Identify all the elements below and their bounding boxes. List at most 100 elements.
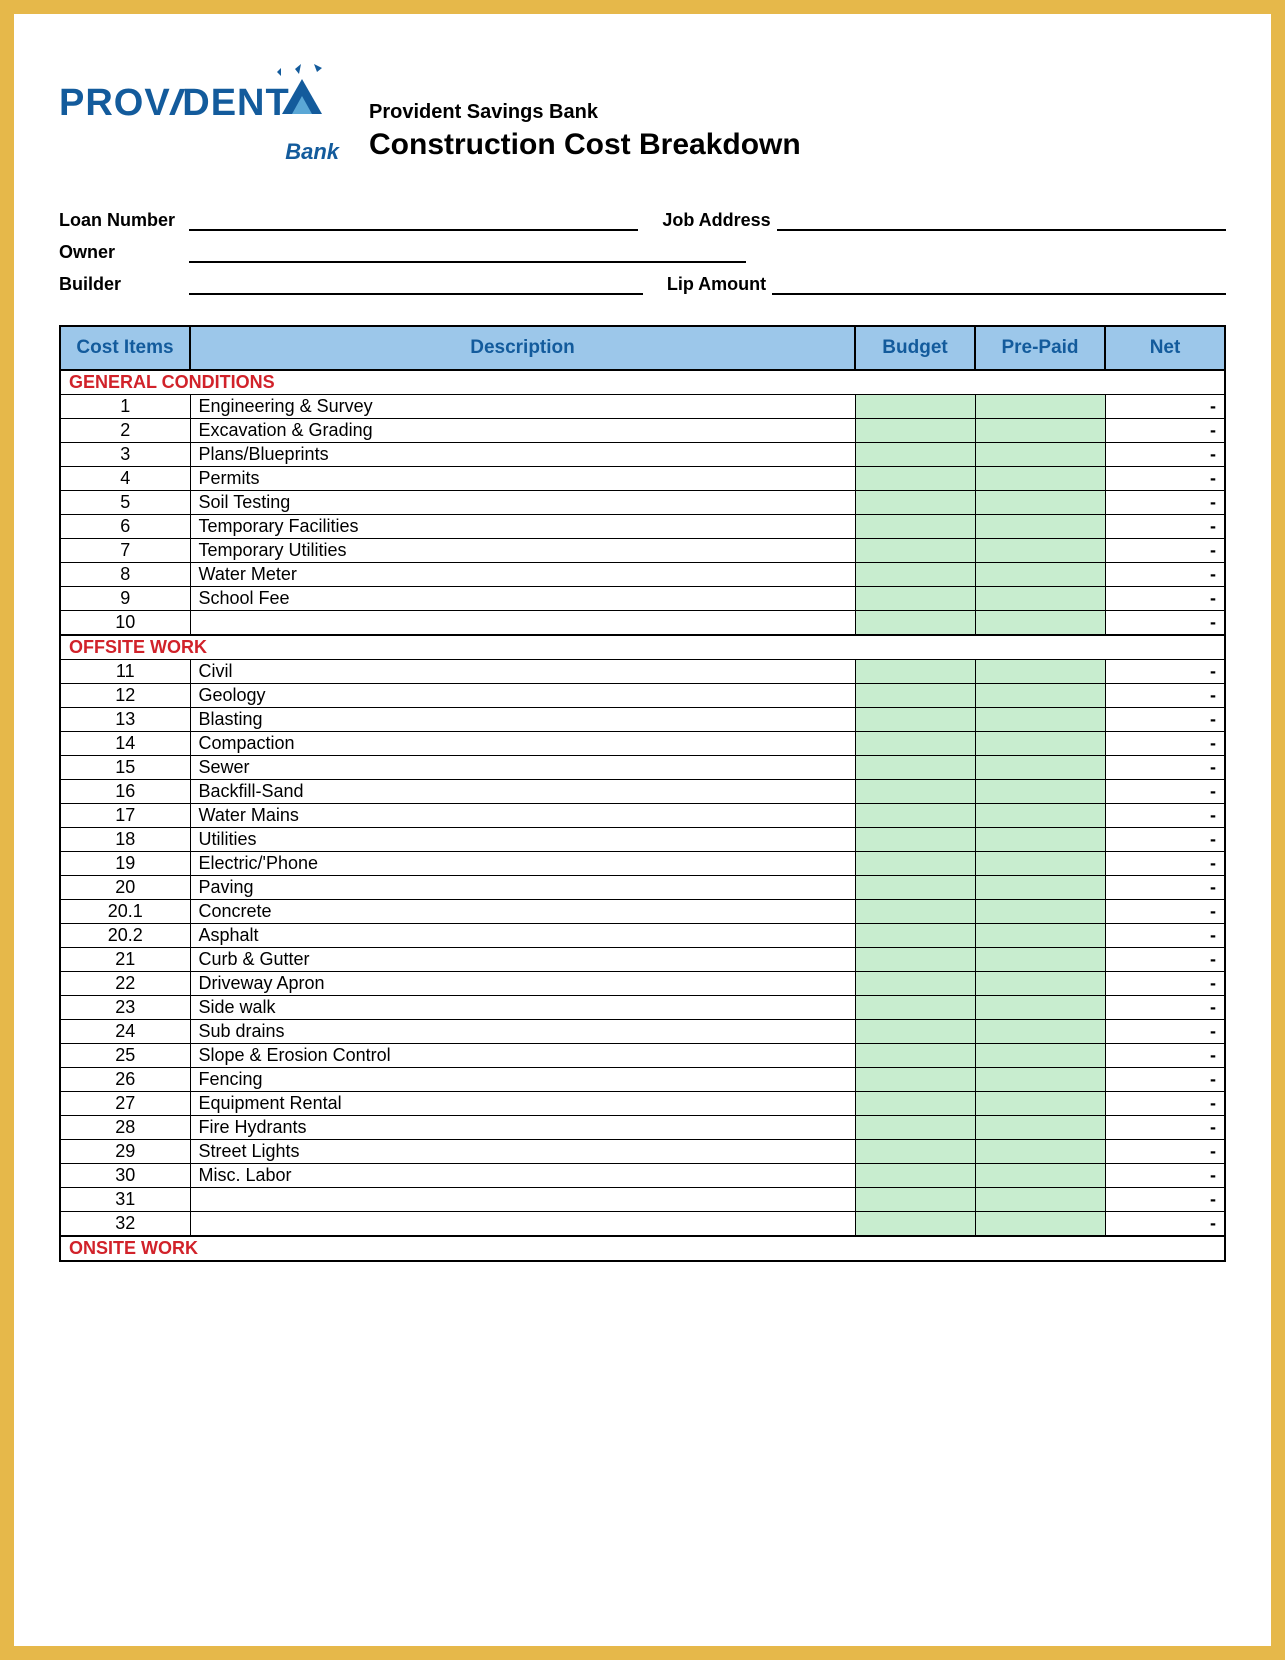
row-prepaid[interactable] — [975, 972, 1105, 996]
row-budget[interactable] — [855, 491, 975, 515]
row-number: 14 — [60, 732, 190, 756]
logo-text: PROVIDENT — [59, 84, 290, 122]
row-budget[interactable] — [855, 395, 975, 419]
row-number: 28 — [60, 1116, 190, 1140]
row-budget[interactable] — [855, 660, 975, 684]
row-number: 30 — [60, 1164, 190, 1188]
row-budget[interactable] — [855, 948, 975, 972]
row-number: 4 — [60, 467, 190, 491]
row-description: Asphalt — [190, 924, 855, 948]
table-row: 12Geology- — [60, 684, 1225, 708]
row-budget[interactable] — [855, 1212, 975, 1237]
row-budget[interactable] — [855, 996, 975, 1020]
row-number: 17 — [60, 804, 190, 828]
row-prepaid[interactable] — [975, 924, 1105, 948]
row-prepaid[interactable] — [975, 1212, 1105, 1237]
row-prepaid[interactable] — [975, 684, 1105, 708]
row-budget[interactable] — [855, 443, 975, 467]
row-budget[interactable] — [855, 419, 975, 443]
row-prepaid[interactable] — [975, 1020, 1105, 1044]
row-prepaid[interactable] — [975, 563, 1105, 587]
row-prepaid[interactable] — [975, 611, 1105, 636]
table-row: 32- — [60, 1212, 1225, 1237]
row-prepaid[interactable] — [975, 443, 1105, 467]
loan-number-input[interactable] — [189, 209, 638, 231]
row-prepaid[interactable] — [975, 1092, 1105, 1116]
row-prepaid[interactable] — [975, 804, 1105, 828]
row-budget[interactable] — [855, 1140, 975, 1164]
row-prepaid[interactable] — [975, 1044, 1105, 1068]
row-net: - — [1105, 611, 1225, 636]
row-prepaid[interactable] — [975, 491, 1105, 515]
row-prepaid[interactable] — [975, 1188, 1105, 1212]
header-titles: Provident Savings Bank Construction Cost… — [369, 101, 1226, 162]
row-prepaid[interactable] — [975, 948, 1105, 972]
row-budget[interactable] — [855, 467, 975, 491]
row-prepaid[interactable] — [975, 756, 1105, 780]
row-number: 29 — [60, 1140, 190, 1164]
row-number: 16 — [60, 780, 190, 804]
row-prepaid[interactable] — [975, 1068, 1105, 1092]
row-budget[interactable] — [855, 804, 975, 828]
row-prepaid[interactable] — [975, 828, 1105, 852]
row-number: 21 — [60, 948, 190, 972]
row-prepaid[interactable] — [975, 708, 1105, 732]
row-budget[interactable] — [855, 563, 975, 587]
row-prepaid[interactable] — [975, 900, 1105, 924]
row-prepaid[interactable] — [975, 1116, 1105, 1140]
row-budget[interactable] — [855, 924, 975, 948]
row-budget[interactable] — [855, 1092, 975, 1116]
row-prepaid[interactable] — [975, 660, 1105, 684]
row-prepaid[interactable] — [975, 395, 1105, 419]
header: PROVIDENT Bank Provident Savings Bank Co… — [59, 84, 1226, 179]
row-number: 7 — [60, 539, 190, 563]
lip-amount-input[interactable] — [772, 273, 1226, 295]
row-budget[interactable] — [855, 1068, 975, 1092]
table-row: 5Soil Testing- — [60, 491, 1225, 515]
row-budget[interactable] — [855, 900, 975, 924]
row-budget[interactable] — [855, 732, 975, 756]
row-prepaid[interactable] — [975, 852, 1105, 876]
row-number: 19 — [60, 852, 190, 876]
row-budget[interactable] — [855, 708, 975, 732]
row-prepaid[interactable] — [975, 1164, 1105, 1188]
table-row: 24Sub drains- — [60, 1020, 1225, 1044]
row-budget[interactable] — [855, 852, 975, 876]
row-budget[interactable] — [855, 972, 975, 996]
owner-input[interactable] — [189, 241, 746, 263]
row-prepaid[interactable] — [975, 419, 1105, 443]
row-prepaid[interactable] — [975, 467, 1105, 491]
row-budget[interactable] — [855, 587, 975, 611]
row-description: Curb & Gutter — [190, 948, 855, 972]
row-description: Electric/'Phone — [190, 852, 855, 876]
row-budget[interactable] — [855, 828, 975, 852]
builder-input[interactable] — [189, 273, 643, 295]
row-budget[interactable] — [855, 1116, 975, 1140]
row-prepaid[interactable] — [975, 780, 1105, 804]
row-budget[interactable] — [855, 876, 975, 900]
row-prepaid[interactable] — [975, 996, 1105, 1020]
table-row: 11Civil- — [60, 660, 1225, 684]
row-budget[interactable] — [855, 539, 975, 563]
row-prepaid[interactable] — [975, 587, 1105, 611]
row-prepaid[interactable] — [975, 1140, 1105, 1164]
row-budget[interactable] — [855, 1020, 975, 1044]
col-budget: Budget — [855, 326, 975, 370]
row-number: 24 — [60, 1020, 190, 1044]
row-net: - — [1105, 1164, 1225, 1188]
row-budget[interactable] — [855, 1188, 975, 1212]
job-address-input[interactable] — [777, 209, 1226, 231]
row-budget[interactable] — [855, 515, 975, 539]
row-budget[interactable] — [855, 1164, 975, 1188]
row-budget[interactable] — [855, 780, 975, 804]
row-prepaid[interactable] — [975, 539, 1105, 563]
section-title: GENERAL CONDITIONS — [60, 370, 1225, 395]
row-budget[interactable] — [855, 684, 975, 708]
row-budget[interactable] — [855, 756, 975, 780]
row-prepaid[interactable] — [975, 732, 1105, 756]
row-prepaid[interactable] — [975, 876, 1105, 900]
row-budget[interactable] — [855, 611, 975, 636]
row-net: - — [1105, 1188, 1225, 1212]
row-prepaid[interactable] — [975, 515, 1105, 539]
row-budget[interactable] — [855, 1044, 975, 1068]
